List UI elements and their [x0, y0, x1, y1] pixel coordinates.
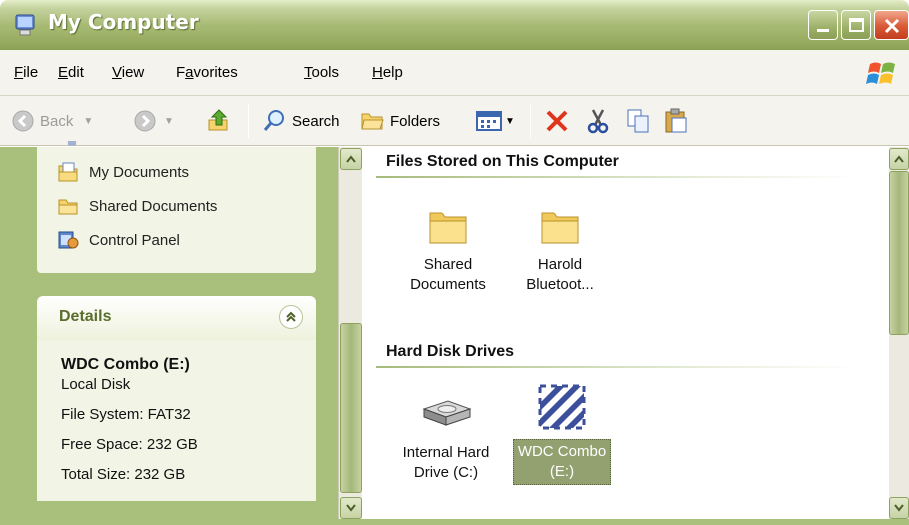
folder-icon	[429, 212, 467, 244]
arrow-down-icon	[346, 504, 356, 512]
delete-button[interactable]	[544, 108, 570, 134]
details-drive-name: WDC Combo (E:)	[61, 356, 190, 373]
folder-icon	[58, 199, 78, 215]
folder-icon	[541, 212, 579, 244]
my-computer-icon	[15, 14, 35, 36]
menu-help[interactable]: Help	[372, 64, 403, 81]
copy-icon	[627, 109, 649, 133]
search-icon	[263, 110, 284, 131]
search-button[interactable]: Search	[262, 108, 340, 134]
paste-icon	[665, 108, 687, 133]
item-internal-hard-drive[interactable]: Internal Hard Drive (C:)	[386, 391, 506, 483]
details-free-space: Free Space: 232 GB	[61, 436, 198, 453]
file-view: Files Stored on This Computer Shared Doc…	[362, 147, 889, 525]
window-bottom-border	[0, 519, 909, 525]
item-shared-documents[interactable]: Shared Documents	[398, 207, 498, 295]
menu-view[interactable]: View	[112, 64, 144, 81]
network-icon	[67, 141, 77, 146]
maximize-button[interactable]	[841, 10, 871, 40]
arrow-up-icon	[346, 155, 356, 163]
scroll-thumb[interactable]	[889, 171, 909, 335]
windows-logo-icon	[866, 62, 895, 84]
other-places-panel: My Documents Shared Documents Control Pa…	[37, 141, 316, 273]
forward-arrow-icon	[134, 110, 156, 132]
details-panel-header[interactable]: Details	[37, 296, 316, 340]
menu-tools[interactable]: Tools	[304, 64, 339, 81]
section-hard-disk-drives: Hard Disk Drives	[386, 343, 515, 360]
menu-bar: File Edit View Favorites Tools Help	[0, 50, 909, 96]
file-view-scrollbar[interactable]	[889, 147, 909, 519]
copy-button[interactable]	[626, 108, 650, 134]
link-shared-documents[interactable]: Shared Documents	[57, 195, 217, 217]
scroll-down-button[interactable]	[889, 497, 909, 519]
details-panel-body: WDC Combo (E:) Local Disk File System: F…	[37, 340, 316, 501]
menu-file[interactable]: File	[14, 64, 38, 81]
hard-drive-icon	[422, 400, 472, 426]
details-drive-type: Local Disk	[61, 376, 131, 393]
views-icon	[476, 111, 502, 131]
window-title: My Computer	[48, 10, 199, 34]
section-divider	[376, 176, 856, 178]
folders-button[interactable]: Folders	[360, 108, 440, 134]
back-arrow-icon	[12, 110, 34, 132]
close-button[interactable]	[874, 10, 909, 40]
my-network-places-partial[interactable]	[63, 141, 91, 151]
menu-edit[interactable]: Edit	[58, 64, 84, 81]
up-folder-button[interactable]	[206, 108, 232, 134]
minimize-button[interactable]	[808, 10, 838, 40]
control-panel-icon	[58, 231, 79, 249]
toolbar: Back ▼ ▼ Search Folders ▼	[0, 96, 909, 146]
double-chevron-up-icon	[286, 311, 296, 322]
wdc-drive-icon	[538, 384, 586, 430]
views-dropdown-icon[interactable]: ▼	[505, 116, 515, 127]
details-file-system: File System: FAT32	[61, 406, 191, 423]
back-button[interactable]: Back ▼	[12, 108, 93, 134]
my-documents-icon	[58, 162, 78, 182]
collapse-chevron-button[interactable]	[279, 305, 303, 329]
paste-button[interactable]	[664, 108, 688, 134]
scroll-up-button[interactable]	[889, 148, 909, 170]
up-folder-icon	[208, 109, 228, 131]
scissors-icon	[587, 109, 609, 134]
toolbar-separator	[530, 104, 531, 138]
link-control-panel[interactable]: Control Panel	[57, 229, 180, 251]
forward-dropdown-icon[interactable]: ▼	[164, 116, 174, 127]
folders-icon	[361, 113, 384, 130]
views-button[interactable]: ▼	[476, 108, 515, 134]
section-divider	[376, 366, 856, 368]
task-pane-scrollbar[interactable]	[338, 147, 362, 519]
delete-x-icon	[546, 110, 568, 132]
arrow-up-icon	[894, 155, 904, 163]
item-harold-bluetooth[interactable]: Harold Bluetoot...	[510, 207, 610, 295]
forward-button[interactable]: ▼	[134, 108, 174, 134]
title-bar[interactable]: My Computer	[0, 0, 909, 50]
scroll-thumb[interactable]	[340, 323, 362, 493]
scroll-down-button[interactable]	[340, 497, 362, 519]
cut-button[interactable]	[586, 108, 610, 134]
scroll-up-button[interactable]	[340, 148, 362, 170]
section-files-stored: Files Stored on This Computer	[386, 153, 619, 170]
toolbar-separator	[248, 104, 249, 138]
back-dropdown-icon[interactable]: ▼	[83, 116, 93, 127]
details-total-size: Total Size: 232 GB	[61, 466, 186, 483]
arrow-down-icon	[894, 504, 904, 512]
link-my-documents[interactable]: My Documents	[57, 161, 189, 183]
item-wdc-combo-drive[interactable]: WDC Combo (E:)	[508, 383, 616, 485]
close-icon	[884, 18, 900, 34]
menu-favorites[interactable]: Favorites	[176, 64, 238, 81]
